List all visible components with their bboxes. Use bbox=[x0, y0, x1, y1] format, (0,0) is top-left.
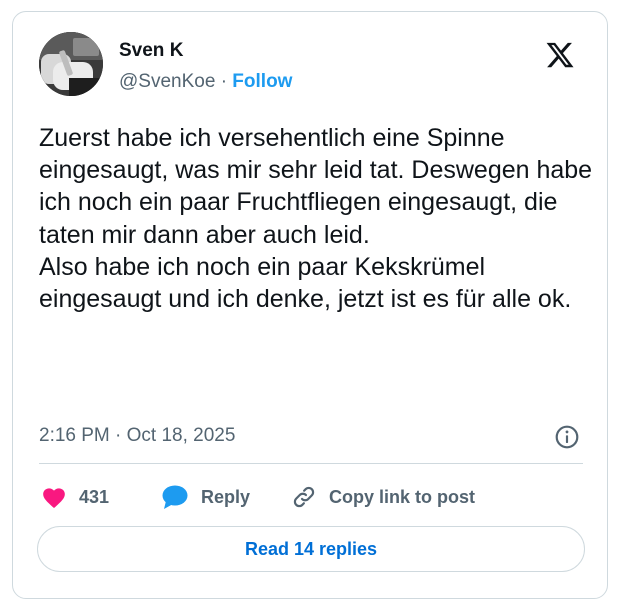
like-button[interactable]: 431 bbox=[41, 482, 109, 512]
author-name[interactable]: Sven K bbox=[119, 40, 183, 62]
read-replies-button[interactable]: Read 14 replies bbox=[37, 526, 585, 572]
avatar[interactable] bbox=[39, 32, 103, 96]
link-icon bbox=[293, 486, 315, 508]
divider bbox=[39, 463, 583, 464]
copy-link-button[interactable]: Copy link to post bbox=[291, 482, 475, 512]
follow-button[interactable]: Follow bbox=[232, 71, 292, 92]
like-count: 431 bbox=[79, 486, 110, 507]
reply-label: Reply bbox=[201, 486, 251, 507]
info-icon[interactable] bbox=[554, 424, 580, 450]
tweet-paragraph: Zuerst habe ich versehentlich eine Spinn… bbox=[39, 124, 593, 249]
x-logo-icon[interactable] bbox=[545, 40, 575, 70]
avatar-image bbox=[39, 32, 103, 96]
author-meta: @SvenKoe · Follow bbox=[119, 70, 292, 94]
tweet-card: Sven K @SvenKoe · Follow Zuerst habe ich… bbox=[12, 11, 608, 599]
speech-bubble-icon bbox=[162, 485, 188, 509]
tweet-text: Zuerst habe ich versehentlich eine Spinn… bbox=[39, 122, 599, 315]
heart-icon bbox=[43, 488, 65, 509]
author-handle[interactable]: @SvenKoe bbox=[119, 71, 215, 92]
separator-dot: · bbox=[220, 71, 228, 92]
tweet-timestamp[interactable]: 2:16 PM · Oct 18, 2025 bbox=[39, 424, 235, 448]
copy-link-label: Copy link to post bbox=[329, 486, 475, 507]
tweet-paragraph: Also habe ich noch ein paar Kekskrümel e… bbox=[39, 252, 572, 314]
reply-button[interactable]: Reply bbox=[161, 482, 250, 512]
